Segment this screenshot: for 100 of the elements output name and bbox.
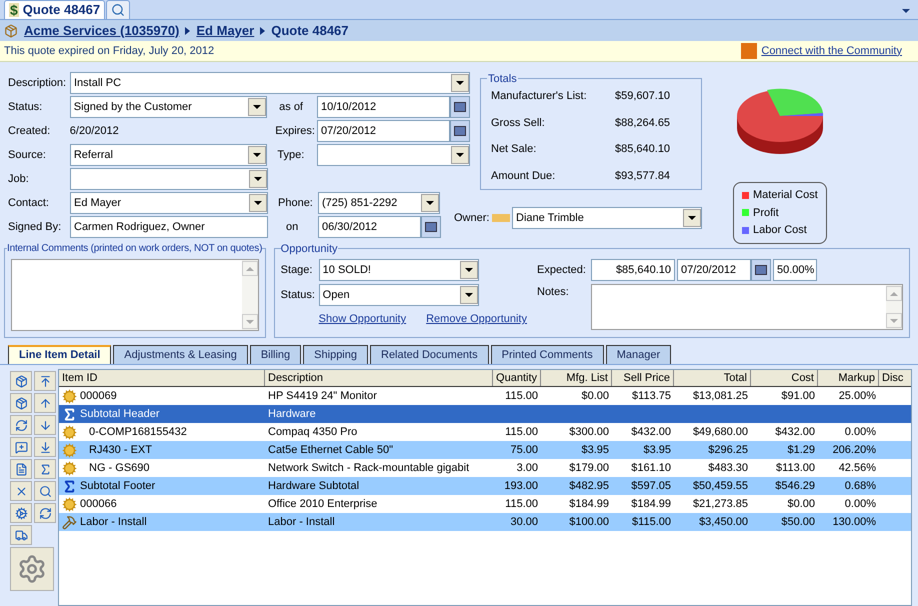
detail-tab[interactable]: Printed Comments [490,345,604,364]
comment-add-icon [14,440,28,454]
column-header[interactable]: Disc [879,370,911,386]
total-value: $85,640.10 [615,142,670,157]
column-header[interactable]: Mfg. List [541,370,612,386]
dropdown-field[interactable]: Ed Mayer [70,192,268,214]
community-link[interactable]: Connect with the Community [761,42,914,60]
toolbar-button[interactable] [10,437,32,457]
detail-tab[interactable]: Line Item Detail [8,345,112,364]
dropdown-field[interactable]: Referral [70,144,268,166]
dropdown-field[interactable]: (725) 851-2292 [318,192,440,214]
dropdown-field[interactable]: 10 SOLD! [318,259,479,281]
menu-button[interactable] [902,9,910,13]
dropdown-field[interactable]: Install PC [70,72,470,94]
date-field[interactable]: 07/20/2012 [677,259,751,281]
truck-icon [14,528,28,542]
column-header[interactable]: Total [674,370,751,386]
field-label: Phone: [278,196,313,209]
detail-tab[interactable]: Billing [250,345,302,364]
toolbar-button[interactable] [10,393,32,413]
toolbar-button[interactable] [10,547,54,591]
calendar-button[interactable] [450,96,470,118]
toolbar-button[interactable] [10,525,32,545]
total-value: $88,264.65 [615,116,670,130]
table-cell-text: $179.00 [569,460,609,476]
detail-tab[interactable]: Adjustments & Leasing [113,345,248,364]
column-header[interactable]: Cost [751,370,818,386]
table-cell-text: Cat5e Ethernet Cable 50" [268,442,393,458]
detail-tab[interactable]: Shipping [303,345,368,364]
document-tab[interactable] [106,0,130,19]
opportunity-link[interactable]: Show Opportunity [318,311,406,328]
detail-tab[interactable]: Manager [606,345,672,364]
table-row[interactable]: RJ430 - EXT Cat5e Ethernet Cable 50" 75.00 $3.95 $3.95 $296.25 $1.29 206.20% [59,441,911,459]
dropdown-field[interactable]: Open [318,284,479,306]
calendar-button[interactable] [450,120,470,142]
dropdown-field[interactable]: Diane Trimble [512,207,702,229]
field-label: Notes: [537,285,570,300]
table-cell-text: $3,450.00 [699,514,748,530]
column-header[interactable]: Quantity [493,370,541,386]
table-row[interactable]: Subtotal Header Hardware [59,405,911,423]
box-add-icon [14,374,28,388]
document-tab[interactable]: $ Quote 48467 [4,0,106,19]
toolbar-button[interactable] [10,415,32,435]
chevron-icon [185,26,190,34]
toolbar-button[interactable] [10,371,32,391]
total-value: $93,577.84 [615,168,670,184]
table-cell-text: $546.29 [775,478,815,494]
toolbar-button[interactable] [10,481,32,501]
percent-field[interactable]: 50.00% [773,259,817,281]
toolbar-button[interactable] [34,481,56,501]
toolbar-button[interactable] [34,503,56,523]
field-label: Created: [8,124,52,139]
table-cell-text: 193.00 [504,478,538,494]
breadcrumb-link[interactable]: Acme Services (1035970) [24,20,180,40]
field-label: as of [279,100,303,113]
total-value: $59,607.10 [615,89,670,104]
opportunity-link[interactable]: Remove Opportunity [426,311,527,328]
table-cell-text: 0-COMP168155432 [89,424,187,440]
table-cell-text: Hardware Subtotal [268,478,360,494]
table-cell-text: $3.95 [581,442,609,458]
table-row[interactable]: Labor - Install Labor - Install 30.00 $100.00 $115.00 $3,450.00 $50.00 130.00% [59,513,911,531]
table-cell-text: $49,680.00 [692,424,748,440]
calendar-button[interactable] [751,259,771,281]
table-cell-text: $184.99 [569,496,609,512]
column-header[interactable]: Sell Price [612,370,674,386]
toolbar-button[interactable] [34,371,56,391]
breadcrumb-link[interactable]: Ed Mayer [196,20,254,40]
column-header[interactable]: Description [265,370,493,386]
field-label: Type: [277,148,304,161]
column-header[interactable]: Item ID [59,370,265,386]
table-cell-text: $13,081.25 [692,388,748,404]
toolbar-button[interactable] [34,393,56,413]
toolbar-button[interactable] [10,503,32,523]
table-cell-text: $161.10 [631,460,671,476]
table-cell-text: RJ430 - EXT [89,442,152,458]
amount-field[interactable]: $85,640.10 [591,259,675,281]
table-row[interactable]: Subtotal Footer Hardware Subtotal 193.00 $482.95 $597.05 $50,459.55 $546.29 0.68% [59,477,911,495]
arrow-up-icon [38,396,52,410]
toolbar-button[interactable] [10,459,32,479]
column-header[interactable]: Markup [818,370,879,386]
date-field[interactable]: 07/20/2012 [317,120,450,142]
table-cell-text: Subtotal Footer [80,478,156,494]
signed-by-field[interactable]: Carmen Rodriguez, Owner [70,216,268,238]
detail-tab[interactable]: Related Documents [370,345,489,364]
toolbar-button[interactable] [34,437,56,457]
dropdown-field[interactable] [317,144,470,166]
table-cell-text: 75.00 [510,442,538,458]
date-field[interactable]: 06/30/2012 [318,216,421,238]
dropdown-field[interactable]: Signed by the Customer [70,96,268,118]
legend-label: Labor Cost [753,223,807,238]
toolbar-button[interactable] [34,415,56,435]
calendar-button[interactable] [421,216,441,238]
field-label: Status: [8,100,44,115]
table-cell-text: $0.00 [581,388,609,404]
toolbar-button[interactable] [34,459,56,479]
table-cell-text: Labor - Install [80,514,147,530]
date-field[interactable]: 10/10/2012 [317,96,450,118]
dropdown-field[interactable] [70,168,268,190]
total-label: Net Sale: [491,142,538,157]
table-cell-text: 130.00% [832,514,876,530]
